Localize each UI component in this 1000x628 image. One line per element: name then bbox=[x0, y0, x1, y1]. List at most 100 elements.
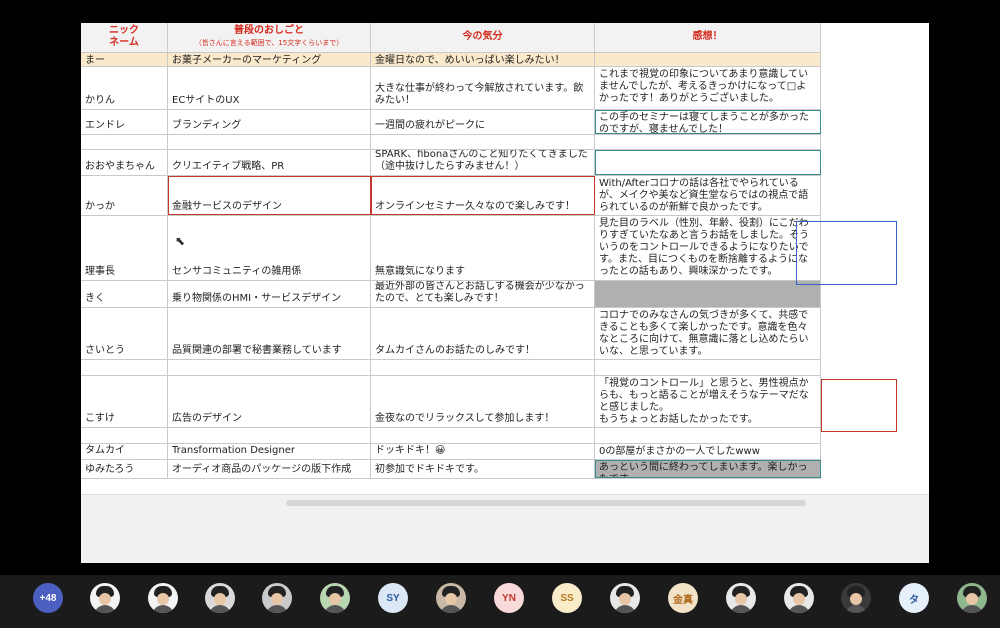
table-row: おおやまちゃん クリエイティブ戦略、PR SPARK、fibonaさんのこと知りたく… bbox=[81, 150, 821, 176]
participant-avatar[interactable]: SY bbox=[378, 583, 408, 613]
cell-impression[interactable]: 「視覚のコントロール」と思うと、男性視点からも、もっと語ることが増えそうなテーマ… bbox=[595, 376, 821, 427]
cell-impression[interactable]: あっという間に終わってしまいます。楽しかったです。 bbox=[595, 460, 821, 478]
cell-impression[interactable]: コロナでのみなさんの気づきが多くて、共感できることも多くて楽しかったです。意識を… bbox=[595, 308, 821, 359]
cell-job[interactable]: 品質関連の部署で秘書業務しています bbox=[168, 308, 371, 359]
avatar-photo-icon bbox=[966, 593, 978, 605]
cell-mood[interactable] bbox=[371, 360, 595, 375]
cell-name[interactable]: エンドレ bbox=[81, 110, 168, 134]
participant-avatar[interactable] bbox=[841, 583, 871, 613]
cell-name[interactable]: おおやまちゃん bbox=[81, 150, 168, 175]
cell-mood[interactable]: 金曜日なので、めいいっぱい楽しみたい！ bbox=[371, 53, 595, 66]
cell-name[interactable] bbox=[81, 428, 168, 443]
cell-impression[interactable] bbox=[595, 360, 821, 375]
participant-avatar[interactable] bbox=[320, 583, 350, 613]
participant-avatar[interactable] bbox=[610, 583, 640, 613]
cell-job[interactable] bbox=[168, 360, 371, 375]
header-job-sublabel: （皆さんに言える範囲で、15文字くらいまで） bbox=[194, 38, 344, 47]
cell-name[interactable]: ゆみたろう bbox=[81, 460, 168, 478]
cell-mood[interactable]: 初参加でドキドキです。 bbox=[371, 460, 595, 478]
avatar-photo-icon bbox=[845, 605, 867, 613]
header-nickname[interactable]: ニック ネーム bbox=[81, 23, 168, 52]
cell-job[interactable]: 乗り物関係のHMI・サービスデザイン bbox=[168, 281, 371, 307]
cell-impression[interactable]: 見た目のラベル（性別、年齢、役割）にこだわりすぎていたなあと言うお話をしました。… bbox=[595, 216, 821, 280]
cell-name[interactable] bbox=[81, 135, 168, 149]
participant-avatar[interactable] bbox=[436, 583, 466, 613]
cell-name[interactable]: きく bbox=[81, 281, 168, 307]
header-row: ニック ネーム 普段のおしごと （皆さんに言える範囲で、15文字くらいまで） 今の気分… bbox=[81, 23, 821, 53]
participant-avatar[interactable] bbox=[262, 583, 292, 613]
cell-name[interactable]: まー bbox=[81, 53, 168, 66]
cell-job[interactable]: ブランディング bbox=[168, 110, 371, 134]
avatar-photo-icon bbox=[214, 593, 226, 605]
header-job-label: 普段のおしごと bbox=[234, 24, 304, 36]
cell-mood[interactable]: 大きな仕事が終わって今解放されています。飲みたい！ bbox=[371, 67, 595, 109]
cell-name[interactable]: こすけ bbox=[81, 376, 168, 427]
table-row: こすけ 広告のデザイン 金夜なのでリラックスして参加します！ 「視覚のコントロール」と… bbox=[81, 376, 821, 428]
cell-name[interactable]: かっか bbox=[81, 176, 168, 215]
header-impression-label: 感想！ bbox=[692, 30, 723, 42]
cell-job[interactable]: センサコミュニティの雑用係 bbox=[168, 216, 371, 280]
table-row: きく 乗り物関係のHMI・サービスデザイン 最近外部の皆さんとお話しする機会が少なか… bbox=[81, 281, 821, 308]
cell-mood[interactable]: タムカイさんのお話たのしみです！ bbox=[371, 308, 595, 359]
cell-job[interactable]: 金融サービスのデザイン bbox=[168, 176, 371, 215]
cell-job[interactable]: お菓子メーカーのマーケティング bbox=[168, 53, 371, 66]
cell-impression[interactable] bbox=[595, 428, 821, 443]
cell-impression[interactable]: 0の部屋がまさかの一人でしたwww bbox=[595, 444, 821, 459]
cell-impression[interactable]: これまで視覚の印象についてあまり意識していませんでしたが、考えるきっかけになって… bbox=[595, 67, 821, 109]
cell-job[interactable]: オーディオ商品のパッケージの版下作成 bbox=[168, 460, 371, 478]
cell-job[interactable]: ECサイトのUX bbox=[168, 67, 371, 109]
participant-avatar[interactable] bbox=[784, 583, 814, 613]
cell-impression[interactable] bbox=[595, 150, 821, 175]
cell-job-text: 乗り物関係のHMI・サービスデザイン bbox=[172, 293, 342, 304]
cell-name[interactable]: さいとう bbox=[81, 308, 168, 359]
avatar-photo-icon bbox=[445, 593, 457, 605]
table-row: タムカイ Transformation Designer ドッキドキ！😀 0の部屋がま… bbox=[81, 444, 821, 460]
participant-avatar[interactable] bbox=[205, 583, 235, 613]
cell-name[interactable]: かりん bbox=[81, 67, 168, 109]
cell-mood[interactable]: 一週間の疲れがピークに bbox=[371, 110, 595, 134]
header-job[interactable]: 普段のおしごと （皆さんに言える範囲で、15文字くらいまで） bbox=[168, 23, 371, 52]
cell-name-text: まー bbox=[85, 55, 105, 66]
cell-mood[interactable] bbox=[371, 428, 595, 443]
header-mood[interactable]: 今の気分 bbox=[371, 23, 595, 52]
cell-name[interactable] bbox=[81, 360, 168, 375]
participant-avatar[interactable]: SS bbox=[552, 583, 582, 613]
participant-avatar[interactable] bbox=[726, 583, 756, 613]
cell-job[interactable] bbox=[168, 428, 371, 443]
participant-avatar[interactable] bbox=[957, 583, 987, 613]
horizontal-scrollbar[interactable] bbox=[286, 500, 806, 506]
participant-avatar[interactable]: 金真 bbox=[668, 583, 698, 613]
avatar-photo-icon bbox=[99, 593, 111, 605]
cell-job[interactable]: 広告のデザイン bbox=[168, 376, 371, 427]
cell-impression-text: 0の部屋がまさかの一人でしたwww bbox=[599, 446, 760, 457]
highlighted-cell[interactable] bbox=[821, 379, 897, 432]
cell-mood[interactable]: オンラインセミナー久々なので楽しみです！ bbox=[371, 176, 595, 215]
cell-impression[interactable] bbox=[595, 135, 821, 149]
cell-name[interactable]: タムカイ bbox=[81, 444, 168, 459]
cell-mood[interactable]: 金夜なのでリラックスして参加します！ bbox=[371, 376, 595, 427]
cell-mood[interactable]: ドッキドキ！😀 bbox=[371, 444, 595, 459]
participant-avatar[interactable]: +48 bbox=[33, 583, 63, 613]
cell-impression[interactable]: この手のセミナーは寝てしまうことが多かったのですが、寝ませんでした！ bbox=[595, 110, 821, 134]
participant-avatar[interactable] bbox=[148, 583, 178, 613]
cell-mood[interactable]: 最近外部の皆さんとお話しする機会が少なかったので、とても楽しみです！ bbox=[371, 281, 595, 307]
cell-mood[interactable]: 無意識気になります bbox=[371, 216, 595, 280]
cell-job[interactable] bbox=[168, 135, 371, 149]
participant-avatar[interactable] bbox=[90, 583, 120, 613]
cell-job-text: 品質関連の部署で秘書業務しています bbox=[172, 345, 342, 356]
selected-cell[interactable] bbox=[796, 221, 897, 285]
cell-job[interactable]: Transformation Designer bbox=[168, 444, 371, 459]
avatar-photo-icon bbox=[614, 605, 636, 613]
cell-impression[interactable]: With/Afterコロナの話は各社でやられているが、メイクや美など資生堂ならで… bbox=[595, 176, 821, 215]
header-impression[interactable]: 感想！ bbox=[595, 23, 821, 52]
participant-avatar[interactable]: タ bbox=[899, 583, 929, 613]
cell-mood-text: 一週間の疲れがピークに bbox=[375, 120, 485, 131]
cell-mood[interactable]: SPARK、fibonaさんのこと知りたくてきました（途中抜けしたらすみません！… bbox=[371, 150, 595, 175]
cell-name-text: タムカイ bbox=[85, 445, 125, 456]
cell-impression[interactable] bbox=[595, 53, 821, 66]
cell-name[interactable]: 理事長 bbox=[81, 216, 168, 280]
participant-avatar[interactable]: YN bbox=[494, 583, 524, 613]
cell-impression[interactable] bbox=[595, 281, 821, 307]
cell-mood[interactable] bbox=[371, 135, 595, 149]
cell-job[interactable]: クリエイティブ戦略、PR bbox=[168, 150, 371, 175]
